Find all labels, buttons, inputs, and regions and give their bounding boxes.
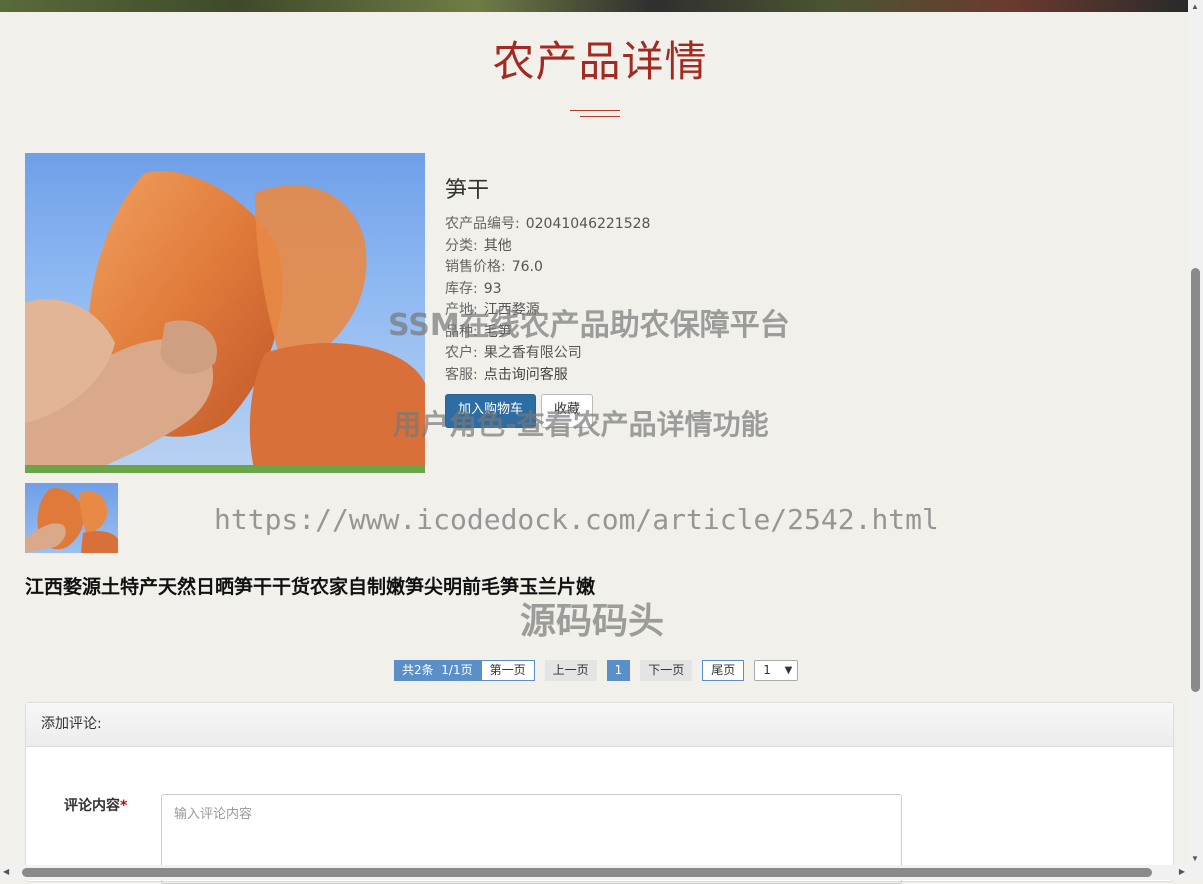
watermark-url: https://www.icodedock.com/article/2542.h… xyxy=(214,503,939,536)
vertical-scroll-thumb[interactable] xyxy=(1191,268,1200,692)
product-name: 笋干 xyxy=(445,178,490,203)
comment-panel: 添加评论: 评论内容* 输入评论内容 xyxy=(25,702,1174,884)
product-code-row: 农产品编号: 02041046221528 xyxy=(445,216,651,232)
scroll-left-icon[interactable]: ◀ xyxy=(3,867,9,876)
next-page-button[interactable]: 下一页 xyxy=(640,660,693,681)
product-stock: 93 xyxy=(483,280,502,297)
product-description: 江西婺源土特产天然日晒笋干干货农家自制嫩笋尖明前毛笋玉兰片嫩 xyxy=(25,576,596,598)
current-page-button[interactable]: 1 xyxy=(606,660,631,681)
product-category-row: 分类: 其他 xyxy=(445,237,512,254)
last-page-button[interactable]: 尾页 xyxy=(702,660,745,681)
product-farmer: 果之香有限公司 xyxy=(483,345,582,361)
watermark-feature: 用户角色-查看农产品详情功能 xyxy=(393,408,769,441)
scroll-right-icon[interactable]: ▶ xyxy=(1179,867,1185,876)
pagination-info: 共2条 1/1页 xyxy=(394,660,481,681)
page-title: 农产品详情 xyxy=(492,37,708,86)
comment-panel-header: 添加评论: xyxy=(26,703,1173,747)
product-main-image xyxy=(25,153,425,473)
product-category: 其他 xyxy=(483,237,512,254)
product-price: 76.0 xyxy=(511,259,543,275)
contact-service-link[interactable]: 点击询问客服 xyxy=(484,367,568,383)
horizontal-scroll-thumb[interactable] xyxy=(22,868,1152,877)
scroll-down-icon[interactable]: ▼ xyxy=(1191,854,1199,863)
watermark-brand: 源码码头 xyxy=(520,601,665,642)
scroll-up-icon[interactable]: ▲ xyxy=(1191,2,1199,11)
pagination: 共2条 1/1页 第一页 上一页 1 下一页 尾页 1 ▼ xyxy=(394,660,799,681)
vertical-scrollbar[interactable]: ▲ ▼ xyxy=(1188,0,1203,865)
product-service-row: 客服: 点击询问客服 xyxy=(445,366,568,383)
watermark-platform: SSM在线农产品助农保障平台 xyxy=(388,308,790,343)
product-stock-row: 库存: 93 xyxy=(445,280,502,297)
required-mark: * xyxy=(120,798,128,814)
product-price-row: 销售价格: 76.0 xyxy=(445,259,543,275)
product-code: 02041046221528 xyxy=(525,216,651,232)
banner-image-strip xyxy=(0,0,1188,12)
comment-placeholder: 输入评论内容 xyxy=(174,807,253,822)
first-page-button[interactable]: 第一页 xyxy=(480,660,535,681)
page-select[interactable]: 1 ▼ xyxy=(754,660,799,681)
product-farmer-row: 农户: 果之香有限公司 xyxy=(445,345,582,361)
chevron-down-icon: ▼ xyxy=(784,665,793,676)
title-divider xyxy=(570,110,620,120)
comment-label: 评论内容* xyxy=(64,798,128,814)
prev-page-button[interactable]: 上一页 xyxy=(544,660,597,681)
product-thumbnail[interactable] xyxy=(25,483,118,553)
horizontal-scrollbar[interactable]: ◀ ▶ xyxy=(0,865,1203,880)
